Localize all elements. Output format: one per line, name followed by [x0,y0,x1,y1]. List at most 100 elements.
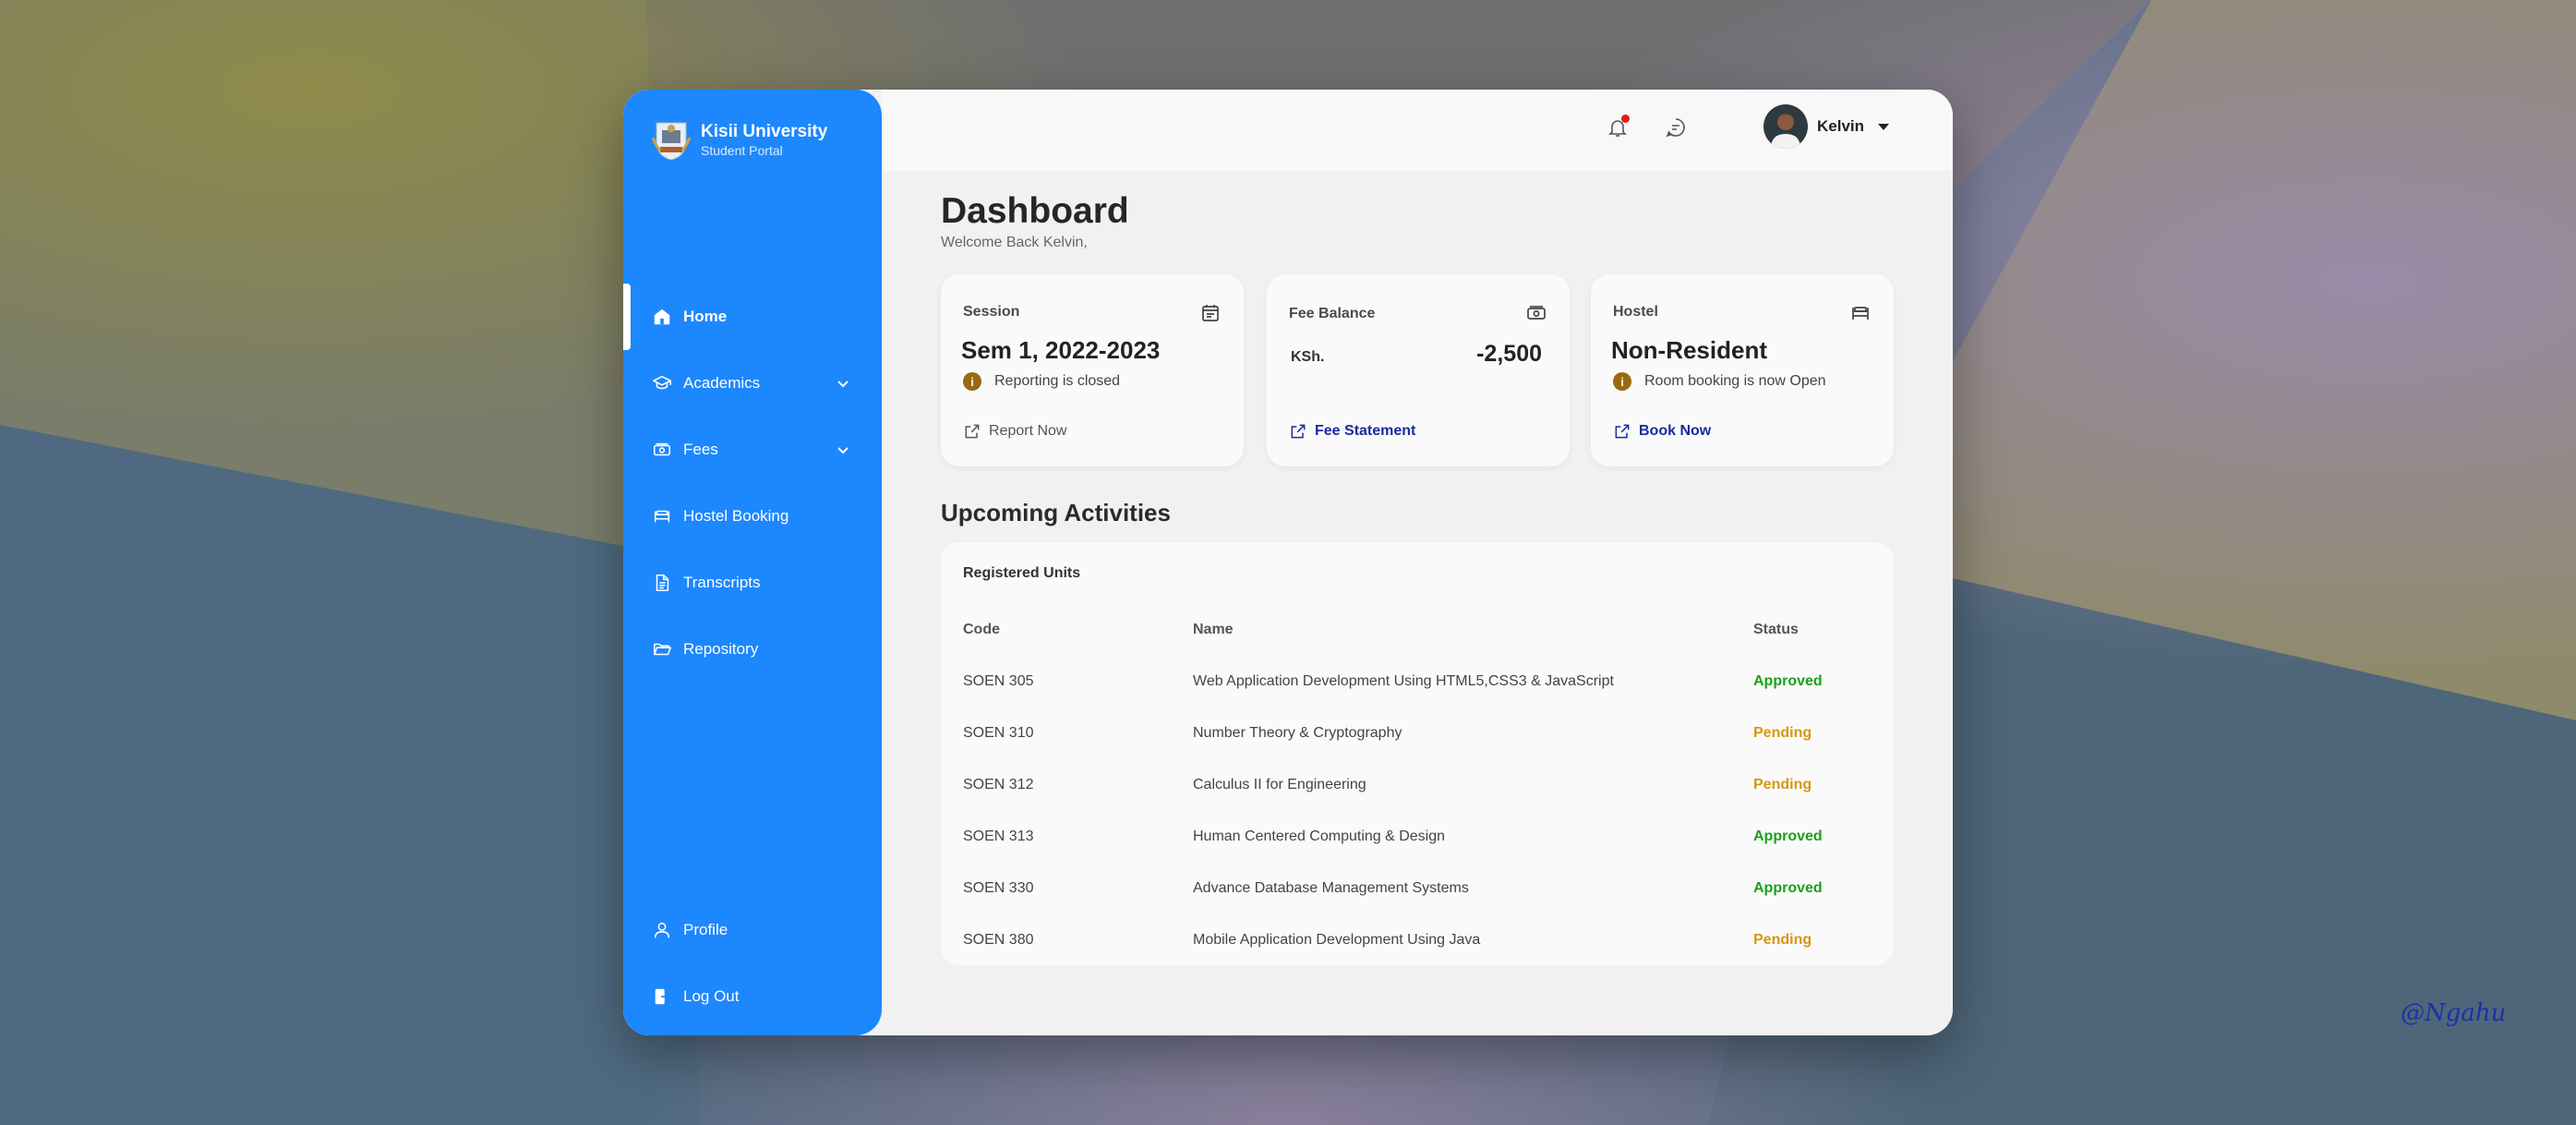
section-title: Upcoming Activities [941,499,1171,526]
sidebar-item-label: Profile [683,921,728,938]
session-note-text: Reporting is closed [994,373,1121,389]
table-row: SOEN 305 Web Application Development Usin… [941,657,1894,708]
money-icon [1527,306,1546,320]
sidebar: Kisii University Student Portal Home Aca… [623,90,882,1035]
unit-name: Web Application Development Using HTML5,… [1193,673,1614,689]
table-row: SOEN 313 Human Centered Computing & Desig… [941,812,1894,864]
link-label: Book Now [1639,423,1712,439]
notification-dot [1621,115,1630,123]
fee-balance-card: Fee Balance KSh. -2,500 Fee Statement [1267,274,1570,466]
university-crest-icon [651,122,692,161]
document-icon [651,572,673,594]
book-now-link[interactable]: Book Now [1613,422,1711,441]
sidebar-item-transcripts[interactable]: Transcripts [623,564,882,601]
caret-down-icon[interactable] [1877,120,1890,133]
card-label: Fee Balance [1289,306,1376,321]
watermark: @Ngahu [2401,999,2507,1027]
bed-icon [1852,307,1869,320]
hostel-note-text: Room booking is now Open [1644,373,1826,389]
chat-icon [1666,118,1685,138]
card-label: Session [963,304,1020,320]
page-title: Dashboard [941,191,1129,231]
external-link-icon [1291,424,1306,439]
user-icon [651,919,673,941]
money-icon [651,439,673,461]
avatar [1763,104,1808,149]
session-card: Session Sem 1, 2022-2023 i Reporting is … [941,274,1244,466]
table-row: SOEN 312 Calculus II for Engineering Pendi… [941,760,1894,812]
status-badge: Pending [1753,777,1812,792]
card-label: Hostel [1613,304,1658,320]
hostel-note: i Room booking is now Open [1613,372,1826,391]
sidebar-item-repository[interactable]: Repository [623,631,882,668]
session-note: i Reporting is closed [963,372,1120,391]
bed-icon [651,505,673,527]
unit-code: SOEN 312 [963,777,1034,792]
external-link-icon [965,424,980,439]
unit-name: Mobile Application Development Using Jav… [1193,932,1481,948]
table-title: Registered Units [963,565,1081,581]
sidebar-item-home[interactable]: Home [623,298,882,335]
status-badge: Approved [1753,829,1823,844]
user-menu[interactable]: Kelvin [1763,104,1890,149]
unit-code: SOEN 313 [963,829,1034,844]
sidebar-item-label: Fees [683,441,718,458]
home-icon [651,306,673,328]
sidebar-item-label: Academics [683,374,761,392]
column-header-status: Status [1753,622,1799,637]
unit-name: Human Centered Computing & Design [1193,829,1446,844]
session-value: Sem 1, 2022-2023 [961,336,1161,364]
column-header-name: Name [1193,622,1234,637]
unit-name: Advance Database Management Systems [1193,880,1469,896]
info-icon: i [1613,372,1631,391]
table-row: SOEN 380 Mobile Application Development U… [941,915,1894,967]
unit-name: Number Theory & Cryptography [1193,725,1402,741]
table-row: SOEN 310 Number Theory & Cryptography Pend… [941,708,1894,760]
hostel-card: Hostel Non-Resident i Room booking is no… [1591,274,1894,466]
unit-code: SOEN 305 [963,673,1034,689]
notification-button[interactable] [1602,112,1633,143]
sidebar-item-academics[interactable]: Academics [623,365,882,402]
sidebar-item-label: Home [683,308,728,325]
sidebar-item-label: Log Out [683,987,740,1005]
hostel-value: Non-Resident [1611,336,1767,364]
currency-label: KSh. [1291,349,1325,365]
brand[interactable]: Kisii University Student Portal [651,119,827,162]
chevron-down-icon[interactable] [834,374,852,393]
calendar-icon [1202,305,1219,321]
link-label: Report Now [989,423,1067,439]
sidebar-item-label: Hostel Booking [683,507,789,525]
folder-icon [651,638,673,660]
top-bar: Kelvin [882,90,1953,171]
brand-subtitle: Student Portal [701,143,783,158]
info-icon: i [963,372,981,391]
brand-name: Kisii University [701,122,828,141]
unit-name: Calculus II for Engineering [1193,777,1366,792]
fee-amount: -2,500 [1476,341,1542,367]
status-badge: Approved [1753,673,1823,689]
registered-units-table: Registered Units Code Name Status SOEN 3… [941,542,1894,965]
external-link-icon [1615,424,1630,439]
status-badge: Pending [1753,932,1812,948]
chevron-down-icon[interactable] [834,441,852,459]
sidebar-item-hostel-booking[interactable]: Hostel Booking [623,498,882,535]
messages-button[interactable] [1660,112,1691,143]
status-badge: Approved [1753,880,1823,896]
sidebar-item-fees[interactable]: Fees [623,431,882,468]
column-header-code: Code [963,622,1000,637]
sidebar-item-label: Transcripts [683,574,761,591]
unit-code: SOEN 380 [963,932,1034,948]
unit-code: SOEN 310 [963,725,1034,741]
user-name: Kelvin [1817,117,1865,135]
logout-icon [651,986,673,1008]
app-window: Kisii University Student Portal Home Aca… [623,90,1953,1035]
sidebar-item-label: Repository [683,640,759,658]
sidebar-item-logout[interactable]: Log Out [623,978,882,1015]
fee-statement-link[interactable]: Fee Statement [1289,422,1415,441]
welcome-message: Welcome Back Kelvin, [941,235,1088,250]
unit-code: SOEN 330 [963,880,1034,896]
status-badge: Pending [1753,725,1812,741]
graduation-cap-icon [651,372,673,394]
report-now-link[interactable]: Report Now [963,422,1066,441]
sidebar-item-profile[interactable]: Profile [623,912,882,949]
